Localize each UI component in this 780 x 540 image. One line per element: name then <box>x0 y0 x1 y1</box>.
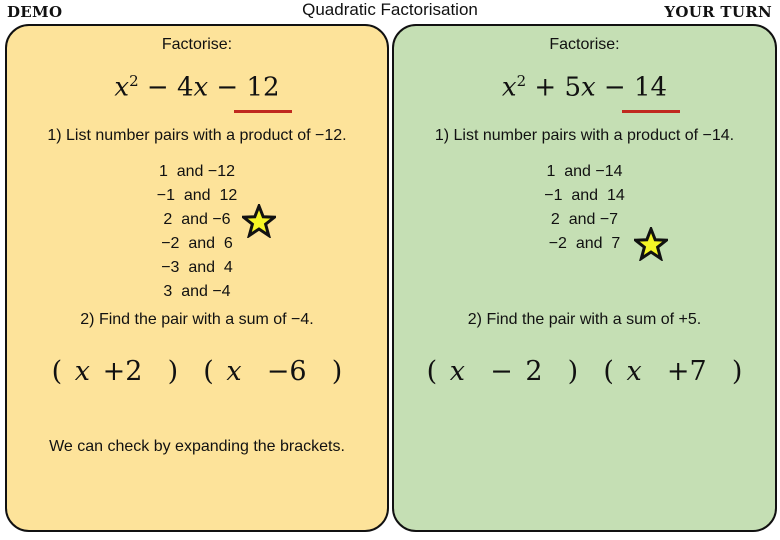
expr-constant: − 14 <box>595 72 668 103</box>
step1-instruction: 1) List number pairs with a product of −… <box>434 127 735 144</box>
expr-x: x <box>581 72 596 103</box>
factorise-heading: Factorise: <box>161 36 233 53</box>
answer-x: x <box>449 356 465 387</box>
your-turn-label: YOUR TURN <box>664 3 772 21</box>
step2-instruction: 2) Find the pair with a sum of +5. <box>467 311 702 328</box>
expr-x: x <box>193 72 209 103</box>
answer-x: x <box>226 356 242 387</box>
answer-x: x <box>74 356 91 387</box>
your-turn-panel: Factorise: x2 + 5x − 14 1) List number p… <box>392 24 777 532</box>
check-note: We can check by expanding the brackets. <box>49 438 345 455</box>
star-icon <box>634 227 668 261</box>
factor-pair: −3 and 4 <box>161 259 233 276</box>
page-title: Quadratic Factorisation <box>302 0 478 19</box>
factor-pair-highlighted: −2 and 7 <box>548 235 621 252</box>
quadratic-expression: x2 + 5x − 14 <box>394 72 775 103</box>
factorised-answer: ( x − 2 ) ( x +7 ) <box>394 356 775 387</box>
factor-pairs-list: 1 and −14 −1 and 14 2 and −7 −2 and 7 <box>394 160 775 256</box>
expr-linear-coef: − 4 <box>138 72 194 103</box>
factor-pair: 3 and −4 <box>163 283 231 300</box>
step1-instruction: 1) List number pairs with a product of −… <box>47 127 347 144</box>
bracket: ( <box>51 356 75 387</box>
answer-x: x <box>626 356 642 387</box>
demo-panel: Factorise: x2 − 4x − 12 1) List number p… <box>5 24 389 532</box>
bracket: ( <box>426 356 450 387</box>
constant-underline <box>622 110 680 113</box>
factor-pair: 2 and −7 <box>550 211 619 228</box>
factorise-heading: Factorise: <box>549 36 620 53</box>
factor-pair: 1 and −14 <box>546 163 623 180</box>
expr-exponent: 2 <box>129 72 139 90</box>
factor-pair-highlighted: 2 and −6 <box>163 211 231 228</box>
expr-x: x <box>114 72 130 103</box>
answer-term: +2 ) ( <box>90 356 227 387</box>
expr-constant: − 12 <box>208 72 280 103</box>
constant-underline <box>234 110 292 113</box>
expr-linear-coef: + 5 <box>526 72 581 103</box>
answer-term: −6 ) <box>241 356 343 387</box>
factor-pairs-list: 1 and −12 −1 and 12 2 and −6 −2 and 6 −3… <box>7 160 387 304</box>
quadratic-expression: x2 − 4x − 12 <box>7 72 387 103</box>
factor-pair: −1 and 14 <box>544 187 625 204</box>
factorised-answer: ( x +2 ) ( x −6 ) <box>7 356 387 387</box>
factor-pair: −1 and 12 <box>156 187 238 204</box>
expr-x: x <box>501 72 517 103</box>
factor-pair: −2 and 6 <box>161 235 233 252</box>
star-icon <box>242 204 276 238</box>
step2-instruction: 2) Find the pair with a sum of −4. <box>80 311 314 328</box>
expr-exponent: 2 <box>516 72 527 90</box>
factor-pair: 1 and −12 <box>158 163 236 180</box>
answer-term: +7 ) <box>641 356 743 387</box>
answer-term: − 2 ) ( <box>464 356 627 387</box>
